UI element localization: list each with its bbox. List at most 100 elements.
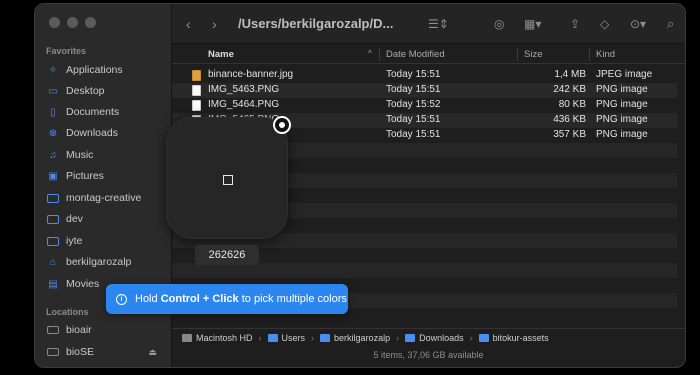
eject-icon[interactable]: ⏏ <box>148 347 157 358</box>
file-date: Today 15:51 <box>386 84 441 95</box>
file-name: IMG_5464.PNG <box>208 99 280 110</box>
sidebar-item-downloads[interactable]: ⊕ Downloads <box>47 123 167 143</box>
file-size: 1,4 MB <box>554 69 586 80</box>
chevron-right-icon: › <box>258 332 262 343</box>
window-controls <box>49 17 96 28</box>
folder-icon <box>47 213 59 225</box>
path-bar: Macintosh HD › Users › berkilgarozalp › … <box>172 328 685 346</box>
share-icon[interactable]: ⇪ <box>570 17 580 31</box>
column-header-kind[interactable]: Kind <box>596 49 615 60</box>
sidebar-item-label: Documents <box>66 106 120 118</box>
sidebar-item-label: Downloads <box>66 127 118 139</box>
disk-icon <box>182 333 192 342</box>
sidebar-item-music[interactable]: ♫ Music <box>47 145 167 165</box>
folder-icon <box>267 333 278 342</box>
tooltip-key-click: Click <box>212 293 239 305</box>
downloads-icon: ⊕ <box>48 127 58 139</box>
table-row[interactable]: binance-banner.jpg Today 15:51 1,4 MB JP… <box>172 68 677 83</box>
airdrop-icon[interactable]: ◎ <box>494 17 504 31</box>
home-icon <box>320 333 331 342</box>
column-header-date[interactable]: Date Modified <box>386 49 445 60</box>
file-date: Today 15:52 <box>386 99 441 110</box>
window-title: /Users/berkilgarozalp/D... <box>238 16 394 31</box>
sidebar-item-desktop[interactable]: ▭ Desktop <box>47 81 167 101</box>
sidebar-item-label: Pictures <box>66 170 104 182</box>
empty-row <box>172 263 677 278</box>
file-kind: PNG image <box>596 114 648 125</box>
favorites-section-label: Favorites <box>46 46 87 56</box>
tooltip-text: Hold Control + Click to pick multiple co… <box>135 293 347 305</box>
sidebar-item-iyte[interactable]: iyte <box>47 231 167 251</box>
info-icon: i <box>116 293 127 305</box>
file-date: Today 15:51 <box>386 114 441 125</box>
sidebar-item-bioair[interactable]: bioair <box>47 320 167 340</box>
laptop-icon <box>47 324 59 336</box>
toolbar: ‹ › /Users/berkilgarozalp/D... ☰⇕ ◎ ▦▾ ⇪… <box>172 4 685 44</box>
picker-tooltip: i Hold Control + Click to pick multiple … <box>106 284 348 314</box>
sidebar-item-label: Applications <box>66 64 123 76</box>
crosshair-icon <box>273 116 291 134</box>
movies-icon: ▤ <box>48 278 58 290</box>
file-kind: JPEG image <box>596 69 653 80</box>
more-actions-icon[interactable]: ⊙▾ <box>630 17 646 31</box>
file-size: 242 KB <box>553 84 586 95</box>
file-size: 357 KB <box>553 129 586 140</box>
desktop-icon: ▭ <box>48 85 58 97</box>
sidebar-item-applications[interactable]: ✧ Applications <box>47 60 167 80</box>
sidebar-item-label: dev <box>66 213 83 225</box>
sidebar-item-pictures[interactable]: ▣ Pictures <box>47 166 167 186</box>
group-icon[interactable]: ▦▾ <box>524 17 541 31</box>
home-icon: ⌂ <box>49 256 57 268</box>
sidebar-item-dev[interactable]: dev <box>47 209 167 229</box>
folder-icon <box>47 192 59 204</box>
sidebar-item-label: berkilgarozalp <box>66 256 132 268</box>
chevron-left-icon[interactable]: ‹ <box>186 16 191 32</box>
pictures-icon: ▣ <box>48 170 58 182</box>
file-name: IMG_5463.PNG <box>208 84 280 95</box>
disk-icon <box>47 346 59 358</box>
folder-icon <box>405 333 416 342</box>
sidebar-item-biose[interactable]: bioSE ⏏ <box>47 342 167 362</box>
column-headers: Name ^ Date Modified Size Kind <box>172 45 685 64</box>
tag-icon[interactable]: ◇ <box>600 17 609 31</box>
sidebar-item-label: bioSE <box>66 346 95 358</box>
path-item-users[interactable]: Users <box>282 333 306 343</box>
sidebar-item-label: iyte <box>66 235 83 247</box>
sidebar-item-documents[interactable]: ▯ Documents <box>47 102 167 122</box>
column-header-name[interactable]: Name <box>208 49 234 60</box>
path-item-macintosh-hd[interactable]: Macintosh HD <box>196 333 253 343</box>
column-header-size[interactable]: Size <box>524 49 542 60</box>
png-file-icon <box>192 85 201 96</box>
path-item-downloads[interactable]: Downloads <box>419 333 464 343</box>
file-name: binance-banner.jpg <box>208 69 294 80</box>
sidebar-item-label: Desktop <box>66 85 105 97</box>
music-icon: ♫ <box>49 149 57 161</box>
chevron-right-icon[interactable]: › <box>212 16 217 32</box>
search-icon[interactable]: ⌕ <box>667 16 674 32</box>
sidebar-item-label: bioair <box>66 324 92 336</box>
zoom-window-button[interactable] <box>85 17 96 28</box>
path-item-bitokur-assets[interactable]: bitokur-assets <box>493 333 549 343</box>
table-row[interactable]: IMG_5464.PNG Today 15:52 80 KB PNG image <box>172 98 677 113</box>
locations-section-label: Locations <box>46 307 89 317</box>
color-picker-loupe <box>166 117 288 239</box>
sidebar-item-berkilgarozalp[interactable]: ⌂ berkilgarozalp <box>47 252 167 272</box>
file-kind: PNG image <box>596 99 648 110</box>
minimize-window-button[interactable] <box>67 17 78 28</box>
file-kind: PNG image <box>596 129 648 140</box>
sort-ascending-icon: ^ <box>368 49 372 58</box>
file-size: 436 KB <box>553 114 586 125</box>
chevron-right-icon: › <box>396 332 400 343</box>
table-row[interactable]: IMG_5463.PNG Today 15:51 242 KB PNG imag… <box>172 83 677 98</box>
close-window-button[interactable] <box>49 17 60 28</box>
file-kind: PNG image <box>596 84 648 95</box>
list-view-icon[interactable]: ☰⇕ <box>428 17 449 31</box>
tooltip-key-control: Control <box>160 293 200 305</box>
path-item-home[interactable]: berkilgarozalp <box>334 333 390 343</box>
folder-icon <box>478 333 489 342</box>
status-bar: 5 items, 37,06 GB available <box>373 350 484 360</box>
sidebar-item-montag-creative[interactable]: montag-creative <box>47 188 167 208</box>
chevron-right-icon: › <box>469 332 473 343</box>
file-size: 80 KB <box>558 99 586 110</box>
jpeg-file-icon <box>192 70 201 81</box>
